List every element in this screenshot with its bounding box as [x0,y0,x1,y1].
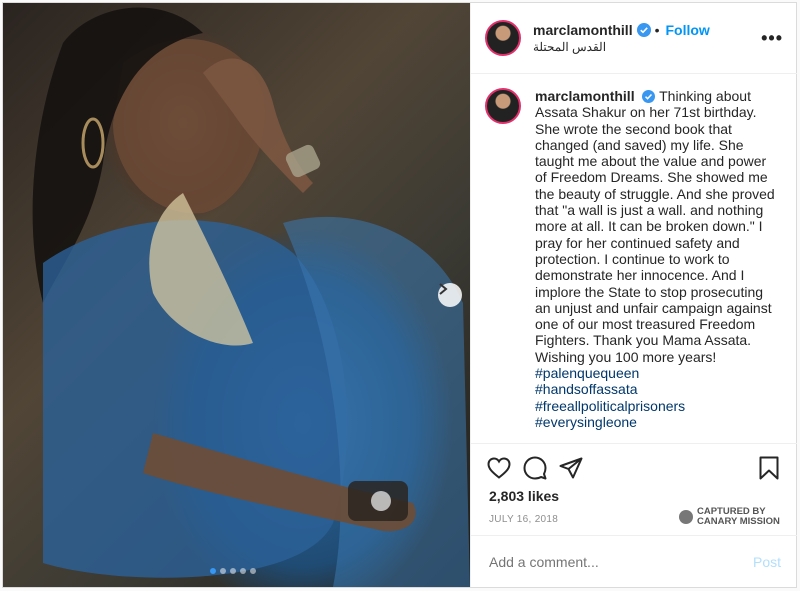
post-date: JULY 16, 2018 [489,514,559,525]
watermark-logo-icon [679,510,693,524]
watermark-line2: CANARY MISSION [697,516,780,527]
verified-badge-icon [636,23,651,37]
post-photo[interactable] [3,3,470,587]
caption-body: Thinking about Assata Shakur on her 71st… [535,88,775,365]
hashtag-link[interactable]: #handsoffassata [535,381,780,397]
carousel-dot [210,568,216,574]
bookmark-icon[interactable] [755,454,783,482]
next-image-button[interactable] [438,283,462,307]
comment-input[interactable] [487,552,753,571]
post-header: marclamonthill • Follow القدس المحتلة ••… [471,3,797,74]
hashtag-link[interactable]: #everysingleone [535,414,780,430]
avatar[interactable] [485,88,521,124]
comment-bar: Post [471,535,797,587]
comment-icon[interactable] [521,454,549,482]
carousel-indicator [210,568,256,574]
share-icon[interactable] [557,454,585,482]
header-info: marclamonthill • Follow القدس المحتلة [533,22,761,54]
caption-username[interactable]: marclamonthill [535,88,635,104]
chevron-right-icon [439,283,448,295]
caption-text: marclamonthill Thinking about Assata Sha… [535,88,780,438]
likes-count[interactable]: 2,803 likes [489,488,559,504]
carousel-dot [250,568,256,574]
carousel-dot [240,568,246,574]
avatar[interactable] [485,20,521,56]
photo-illustration [32,7,470,587]
verified-badge-icon [642,90,656,103]
action-bar [471,443,797,482]
watermark: CAPTURED BY CANARY MISSION [679,507,780,527]
follow-button[interactable]: Follow [666,22,710,38]
instagram-post: marclamonthill • Follow القدس المحتلة ••… [2,2,797,588]
caption: marclamonthill Thinking about Assata Sha… [485,88,783,438]
location-link[interactable]: القدس المحتلة [533,40,761,54]
hashtag-link[interactable]: #palenquequeen [535,365,780,381]
heart-icon[interactable] [485,454,513,482]
post-sidebar: marclamonthill • Follow القدس المحتلة ••… [470,3,797,587]
carousel-dot [230,568,236,574]
hashtag-list: #palenquequeen #handsoffassata #freeallp… [535,365,780,430]
carousel-dot [220,568,226,574]
more-options-icon[interactable]: ••• [761,28,783,49]
username-link[interactable]: marclamonthill [533,22,633,38]
separator-dot: • [654,22,660,38]
hashtag-link[interactable]: #freeallpoliticalprisoners [535,398,780,414]
post-comment-button[interactable]: Post [753,554,781,570]
